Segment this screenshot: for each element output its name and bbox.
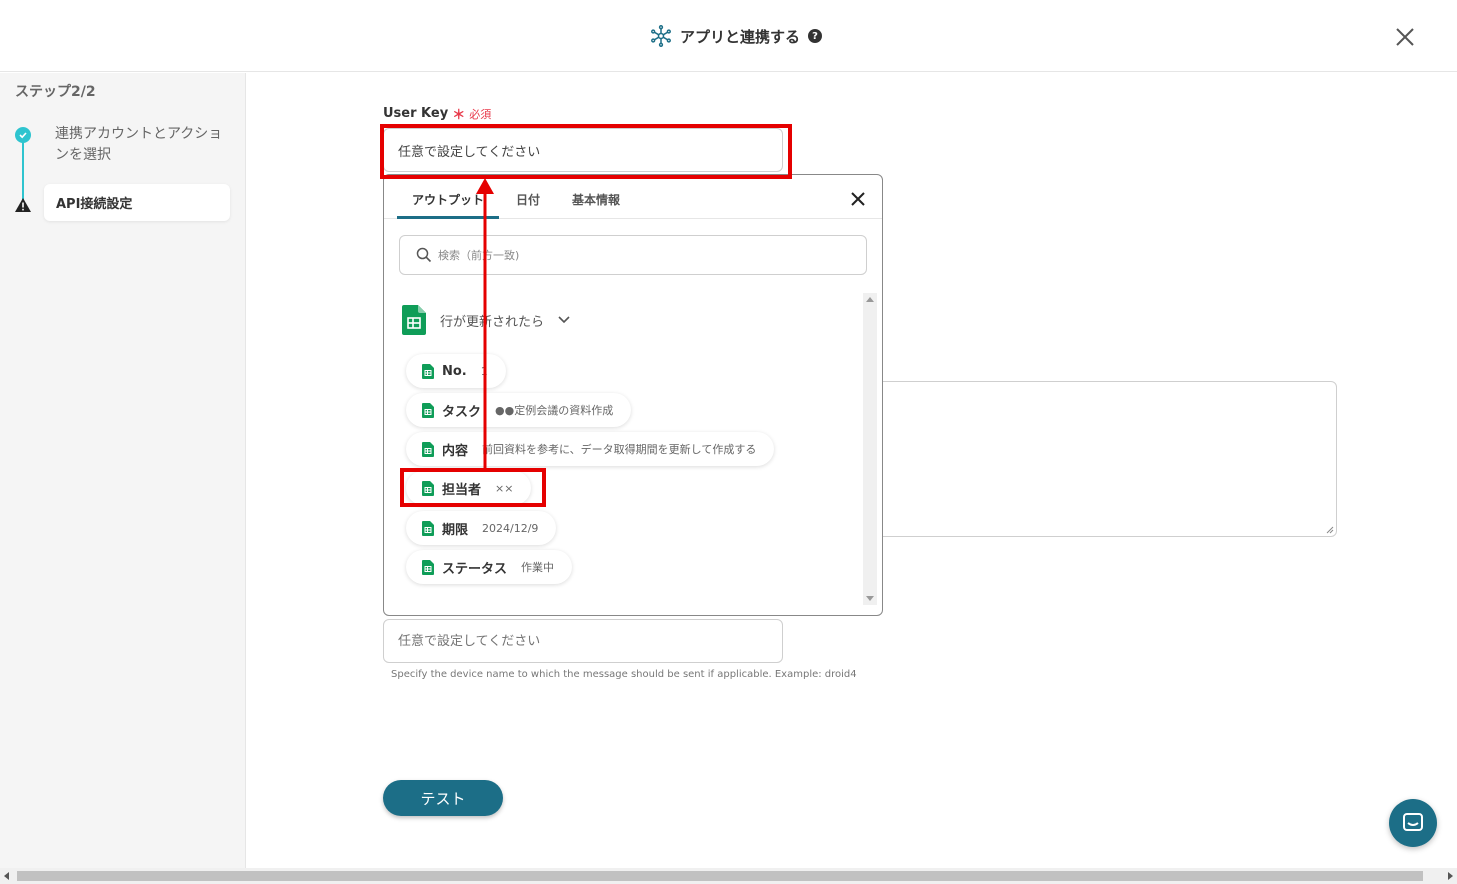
output-item-name: No.: [442, 363, 467, 379]
search-input[interactable]: [438, 248, 838, 262]
close-icon[interactable]: [1392, 24, 1418, 50]
tab-basic-info[interactable]: 基本情報: [572, 191, 620, 208]
spreadsheet-icon: [422, 520, 434, 536]
scrollbar-thumb[interactable]: [17, 871, 1423, 881]
output-item-value: 前回資料を参考に、データ取得期間を更新して作成する: [482, 443, 757, 456]
required-text: 必須: [469, 107, 492, 121]
step-1-label[interactable]: 連携アカウントとアクションを選択: [55, 124, 225, 166]
output-item-value: ××: [495, 481, 514, 495]
search-icon: [416, 247, 432, 263]
output-item-name: タスク: [442, 404, 482, 420]
device-input[interactable]: [383, 619, 783, 663]
user-key-label-text: User Key: [383, 106, 449, 121]
question-circle-icon[interactable]: ?: [808, 29, 823, 43]
output-item-value: ●●定例会議の資料作成: [495, 404, 614, 417]
output-picker-popup: アウトプット 日付 基本情報 行が更新されたら No. 1: [383, 174, 883, 616]
step-counter: ステップ2/2: [15, 84, 96, 100]
output-item-name: 期限: [442, 522, 469, 538]
output-item-name: 内容: [442, 443, 469, 459]
spreadsheet-icon: [422, 559, 434, 575]
output-item-value: 2024/12/9: [482, 521, 539, 535]
chevron-down-icon: [558, 316, 570, 324]
scroll-left-arrow-icon[interactable]: [4, 872, 9, 880]
scroll-up-arrow-icon[interactable]: [866, 297, 874, 302]
warning-icon: [15, 198, 31, 212]
output-item-task[interactable]: タスク ●●定例会議の資料作成: [406, 393, 632, 427]
output-item-name: ステータス: [442, 561, 508, 577]
step-connector: [22, 140, 24, 200]
active-tab-indicator: [397, 216, 499, 219]
spreadsheet-icon: [422, 402, 434, 418]
close-icon[interactable]: [849, 190, 867, 208]
output-item-status[interactable]: ステータス 作業中: [406, 550, 573, 584]
modal-title: アプリと連携する ?: [650, 24, 823, 48]
chat-icon: [1403, 813, 1423, 831]
step-2-label: API接続設定: [56, 197, 133, 212]
scroll-right-arrow-icon[interactable]: [1448, 872, 1453, 880]
device-hint: Specify the device name to which the mes…: [391, 669, 857, 680]
horizontal-scrollbar[interactable]: [0, 868, 1457, 884]
chat-support-button[interactable]: [1389, 799, 1437, 847]
scroll-down-arrow-icon[interactable]: [866, 596, 874, 601]
modal-title-text: アプリと連携する: [680, 27, 801, 46]
tab-date[interactable]: 日付: [516, 191, 540, 208]
output-item-no[interactable]: No. 1: [406, 354, 506, 388]
message-textarea[interactable]: [871, 381, 1337, 537]
spreadsheet-icon: [422, 480, 434, 496]
user-key-label: User Key ＊ 必須: [383, 104, 491, 123]
output-item-due[interactable]: 期限 2024/12/9: [406, 511, 557, 545]
user-key-input[interactable]: [383, 128, 783, 172]
output-item-name: 担当者: [442, 482, 482, 498]
output-item-value: 作業中: [521, 561, 555, 574]
popup-tabs: アウトプット 日付 基本情報: [384, 175, 882, 219]
spreadsheet-icon: [422, 363, 434, 379]
group-header[interactable]: 行が更新されたら: [402, 305, 570, 335]
test-button[interactable]: テスト: [383, 780, 503, 816]
resize-grip-icon[interactable]: [1326, 526, 1334, 534]
output-item-assignee[interactable]: 担当者 ××: [406, 471, 532, 505]
output-item-value: 1: [480, 364, 488, 378]
group-title: 行が更新されたら: [440, 314, 545, 330]
steps-sidebar: ステップ2/2 連携アカウントとアクションを選択 API接続設定: [0, 73, 246, 868]
step-2-item[interactable]: API接続設定: [44, 184, 230, 221]
integration-hub-icon: [651, 25, 671, 47]
spreadsheet-icon: [402, 305, 426, 335]
spreadsheet-icon: [422, 441, 434, 457]
tab-output[interactable]: アウトプット: [412, 191, 484, 208]
popup-scrollbar[interactable]: [863, 293, 877, 605]
check-circle-icon: [15, 127, 31, 143]
required-asterisk: ＊: [452, 108, 466, 123]
modal-header: アプリと連携する ?: [0, 0, 1457, 72]
output-item-content[interactable]: 内容 前回資料を参考に、データ取得期間を更新して作成する: [406, 432, 775, 466]
search-box[interactable]: [399, 235, 867, 275]
